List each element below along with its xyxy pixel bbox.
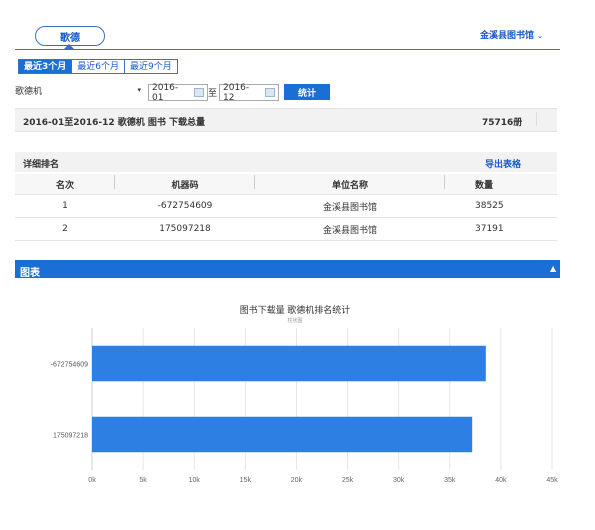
end-date-value: 2016-12 (223, 82, 250, 103)
export-table-link[interactable]: 导出表格 (485, 157, 521, 170)
summary-divider (536, 112, 537, 126)
tab-gede[interactable]: 歌德 (35, 26, 105, 46)
table-row: 1 -672754609 金溪县图书馆 38525 (15, 195, 557, 218)
statistics-button[interactable]: 统计 (284, 84, 330, 100)
x-tick-label: 10k (189, 477, 201, 484)
end-date-input[interactable]: 2016-12 (219, 82, 279, 103)
column-header-count[interactable]: 数量 (445, 178, 557, 191)
cell-rank: 2 (62, 224, 68, 234)
column-header-unit-name[interactable]: 单位名称 (255, 174, 445, 191)
x-tick-label: 15k (240, 477, 252, 484)
range-tab-3-months[interactable]: 最近3个月 (18, 59, 73, 74)
chart-subtitle: 柱状图 (287, 317, 302, 324)
dropdown-arrow-icon: ▾ (137, 86, 141, 94)
library-dropdown[interactable]: 金溪县图书馆 ⌄ (480, 28, 543, 41)
x-tick-label: 20k (291, 477, 303, 484)
cell-count: 37191 (475, 224, 504, 234)
start-date-input[interactable]: 2016-01 (148, 82, 208, 103)
table-header-row: 名次 机器码 单位名称 数量 (15, 174, 557, 195)
x-tick-label: 5k (139, 477, 147, 484)
chart-panel-header[interactable] (15, 260, 560, 278)
bar-chart: 图书下载量 歌德机排名统计 柱状图 0k 5k 10k 15k 20k 25k 30k 35k… (51, 304, 559, 484)
cell-unit-name: 金溪县图书馆 (322, 225, 377, 236)
x-tick-label: 30k (393, 477, 405, 484)
bar[interactable] (92, 345, 486, 382)
chart-panel-title: 图表 (20, 268, 40, 279)
x-tick-label: 25k (342, 477, 354, 484)
cell-unit-name: 金溪县图书馆 (322, 202, 377, 213)
range-tab-9-months[interactable]: 最近9个月 (124, 59, 178, 74)
x-tick-label: 45k (546, 477, 558, 484)
bar[interactable] (92, 416, 473, 453)
machine-select-value: 歌德机 (15, 86, 43, 97)
start-date-value: 2016-01 (152, 82, 179, 103)
range-tab-6-months[interactable]: 最近6个月 (71, 59, 125, 74)
triangle-up-icon[interactable]: ▲ (550, 264, 556, 273)
date-range-separator: 至 (208, 89, 218, 99)
cell-machine-code: -672754609 (157, 201, 213, 211)
header-divider (15, 49, 560, 50)
ranking-table: 名次 机器码 单位名称 数量 1 -672754609 金溪县图书馆 38525… (15, 174, 557, 241)
summary-text: 2016-01至2016-12 歌德机 图书 下载总量 (23, 118, 206, 128)
cell-count: 38525 (475, 201, 504, 211)
x-tick-label: 0k (88, 477, 96, 484)
ranking-title: 详细排名 (23, 160, 60, 170)
calendar-icon[interactable] (265, 88, 275, 97)
column-header-machine-code[interactable]: 机器码 (115, 174, 255, 191)
table-row: 2 175097218 金溪县图书馆 37191 (15, 218, 557, 241)
y-category-label: -672754609 (51, 362, 88, 369)
summary-total: 75716册 (482, 118, 523, 128)
calendar-icon[interactable] (194, 88, 204, 97)
library-dropdown-label: 金溪县图书馆 (480, 31, 535, 41)
cell-rank: 1 (62, 201, 68, 211)
x-tick-label: 35k (444, 477, 456, 484)
x-tick-label: 40k (495, 477, 507, 484)
machine-select[interactable]: 歌德机 ▾ (15, 83, 141, 97)
y-category-label: 175097218 (53, 433, 88, 440)
ranking-header (15, 152, 557, 172)
cell-machine-code: 175097218 (159, 224, 211, 234)
column-header-rank[interactable]: 名次 (15, 174, 115, 191)
chart-title: 图书下载量 歌德机排名统计 (240, 304, 351, 315)
range-tabs: 最近3个月 最近6个月 最近9个月 (18, 59, 178, 74)
chevron-down-icon: ⌄ (537, 32, 544, 40)
